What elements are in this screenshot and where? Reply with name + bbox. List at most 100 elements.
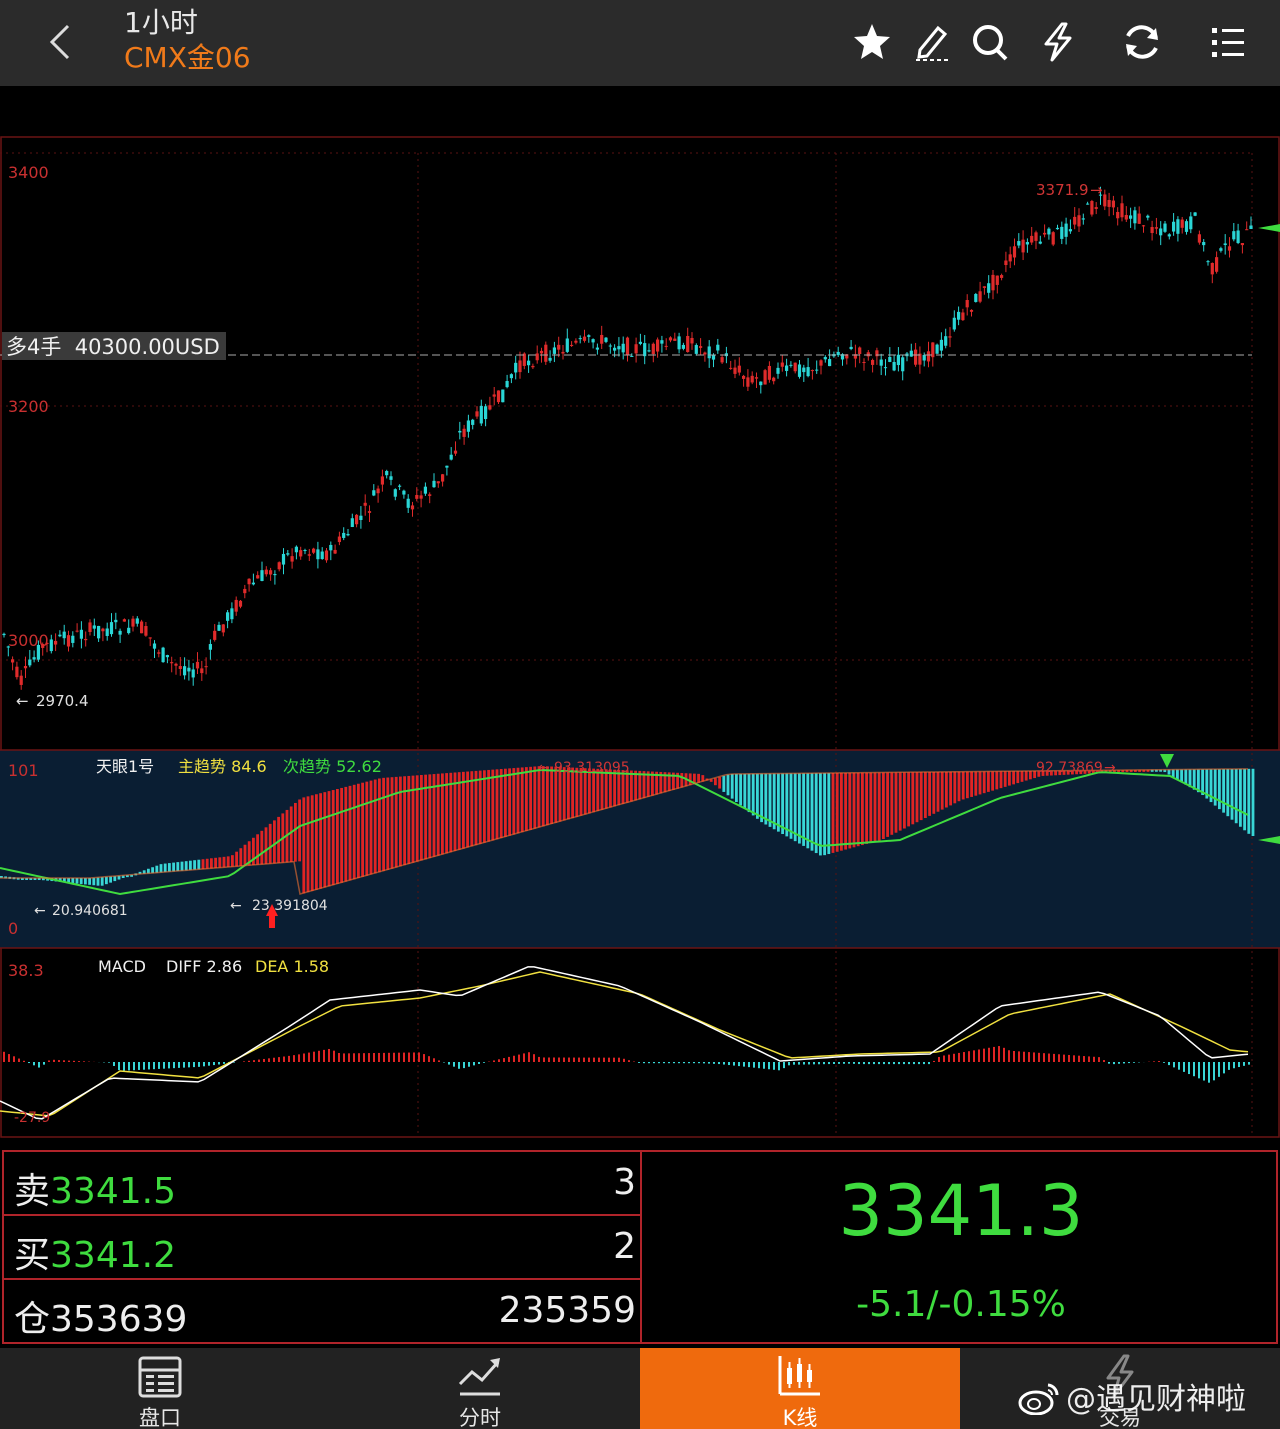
nav-label: 分时 — [459, 1406, 501, 1429]
menu-button[interactable] — [1206, 20, 1250, 64]
candle-body — [1073, 216, 1077, 225]
candle-body — [1206, 261, 1210, 263]
nav-orderbook[interactable]: 盘口 — [0, 1348, 320, 1429]
candle-body — [238, 600, 243, 607]
candle-body — [92, 625, 96, 629]
candle-body — [772, 377, 776, 382]
indicator-bar — [802, 773, 805, 846]
indicator-bar — [336, 789, 339, 884]
indicator-bar — [403, 776, 406, 866]
candle-body — [273, 574, 277, 576]
candle-body — [982, 286, 986, 288]
indicator-bar — [1234, 768, 1238, 824]
candle-body — [1000, 275, 1004, 278]
ind1-main-trend: 主趋势 84.6 — [178, 757, 267, 776]
candle-body — [148, 637, 152, 639]
candle-body — [144, 626, 148, 636]
candle-body — [948, 336, 952, 338]
candle-body — [1150, 227, 1154, 234]
candle-body — [643, 343, 647, 357]
search-button[interactable] — [968, 20, 1012, 64]
flash-button[interactable] — [1036, 20, 1080, 64]
indicator-bar — [529, 766, 532, 830]
candle-body — [617, 346, 621, 350]
candle-body — [458, 430, 462, 433]
nav-kline[interactable]: K线 — [640, 1348, 960, 1429]
candle-body — [88, 622, 92, 632]
indicator-bar — [373, 779, 377, 874]
indicator-bar — [184, 861, 188, 871]
kline-chart[interactable]: 3400 3200 3000 多4手 40300.00USD 3371.9 → … — [0, 86, 1280, 1148]
indicator-bar — [508, 768, 511, 836]
candle-body — [686, 335, 690, 353]
candle-body — [1129, 215, 1133, 219]
refresh-button[interactable] — [1120, 20, 1164, 64]
candle-body — [1034, 232, 1038, 241]
favorite-button[interactable] — [850, 20, 894, 64]
kline-chart-area[interactable]: 3400 3200 3000 多4手 40300.00USD 3371.9 → … — [0, 86, 1280, 1148]
indicator-bar — [987, 771, 990, 792]
indicator-bar — [550, 766, 553, 824]
candle-body — [213, 630, 217, 640]
candle-body — [36, 644, 40, 660]
candle-body — [1215, 257, 1219, 272]
indicator-bar — [999, 771, 1003, 789]
candle-body — [174, 663, 178, 666]
candle-body — [638, 341, 642, 344]
indicator-bar — [1003, 771, 1007, 787]
candle-body — [600, 334, 604, 344]
candle-body — [264, 569, 268, 575]
indicator-bar — [1008, 771, 1011, 786]
candle-body — [1219, 248, 1223, 251]
indicator-bar — [882, 772, 885, 839]
indicator-bar — [1024, 771, 1028, 781]
candle-body — [896, 354, 900, 366]
search-icon — [973, 25, 1008, 61]
indicator-bar — [726, 774, 730, 796]
candle-body — [484, 406, 488, 420]
candle-body — [466, 420, 470, 432]
candle-body — [1249, 225, 1253, 230]
indicator-bar — [289, 806, 293, 863]
candle-body — [939, 339, 943, 351]
indicator-bar — [218, 857, 222, 868]
draw-button[interactable] — [910, 20, 954, 64]
indicator-bar — [814, 773, 818, 854]
indicator-bar — [1222, 769, 1225, 813]
candle-body — [471, 419, 475, 425]
high-price-label: 3371.9 — [1036, 181, 1089, 199]
indicator-bar — [294, 802, 297, 862]
symbol-label[interactable]: CMX金06 — [124, 40, 251, 76]
indicator-bar — [844, 772, 847, 850]
candle-body — [991, 274, 995, 291]
candle-body — [591, 339, 595, 343]
indicator-bar — [978, 771, 982, 795]
nav-timeshare[interactable]: 分时 — [320, 1348, 640, 1429]
candle-body — [2, 633, 6, 636]
bid-row[interactable]: 买3341.2 2 — [4, 1216, 640, 1280]
back-button[interactable] — [40, 18, 84, 66]
candle-body — [54, 640, 58, 645]
indicator-bar — [919, 772, 923, 821]
ind1-annot-high2: 92.73869 — [1036, 760, 1103, 776]
candle-body — [342, 532, 346, 538]
ask-price: 3341.5 — [50, 1171, 176, 1212]
indicator-bar — [155, 865, 159, 873]
candle-body — [105, 628, 109, 636]
ind1-annot-low1: 20.940681 — [52, 903, 128, 919]
candle-body — [372, 490, 376, 496]
indicator-bar — [634, 770, 637, 801]
indicator-bar — [789, 773, 793, 839]
ask-qty: 3 — [613, 1162, 636, 1203]
ask-row[interactable]: 卖3341.5 3 — [4, 1152, 640, 1216]
candle-body — [19, 675, 23, 685]
candle-body — [337, 536, 341, 543]
indicator-bar — [777, 773, 780, 832]
candle-body — [204, 666, 208, 668]
position-label: 多4手 40300.00USD — [6, 335, 220, 359]
indicator-bar — [1020, 771, 1024, 782]
indicator-bar — [222, 856, 226, 868]
candle-body — [492, 394, 496, 397]
candle-body — [195, 661, 200, 669]
candle-body — [561, 351, 565, 354]
